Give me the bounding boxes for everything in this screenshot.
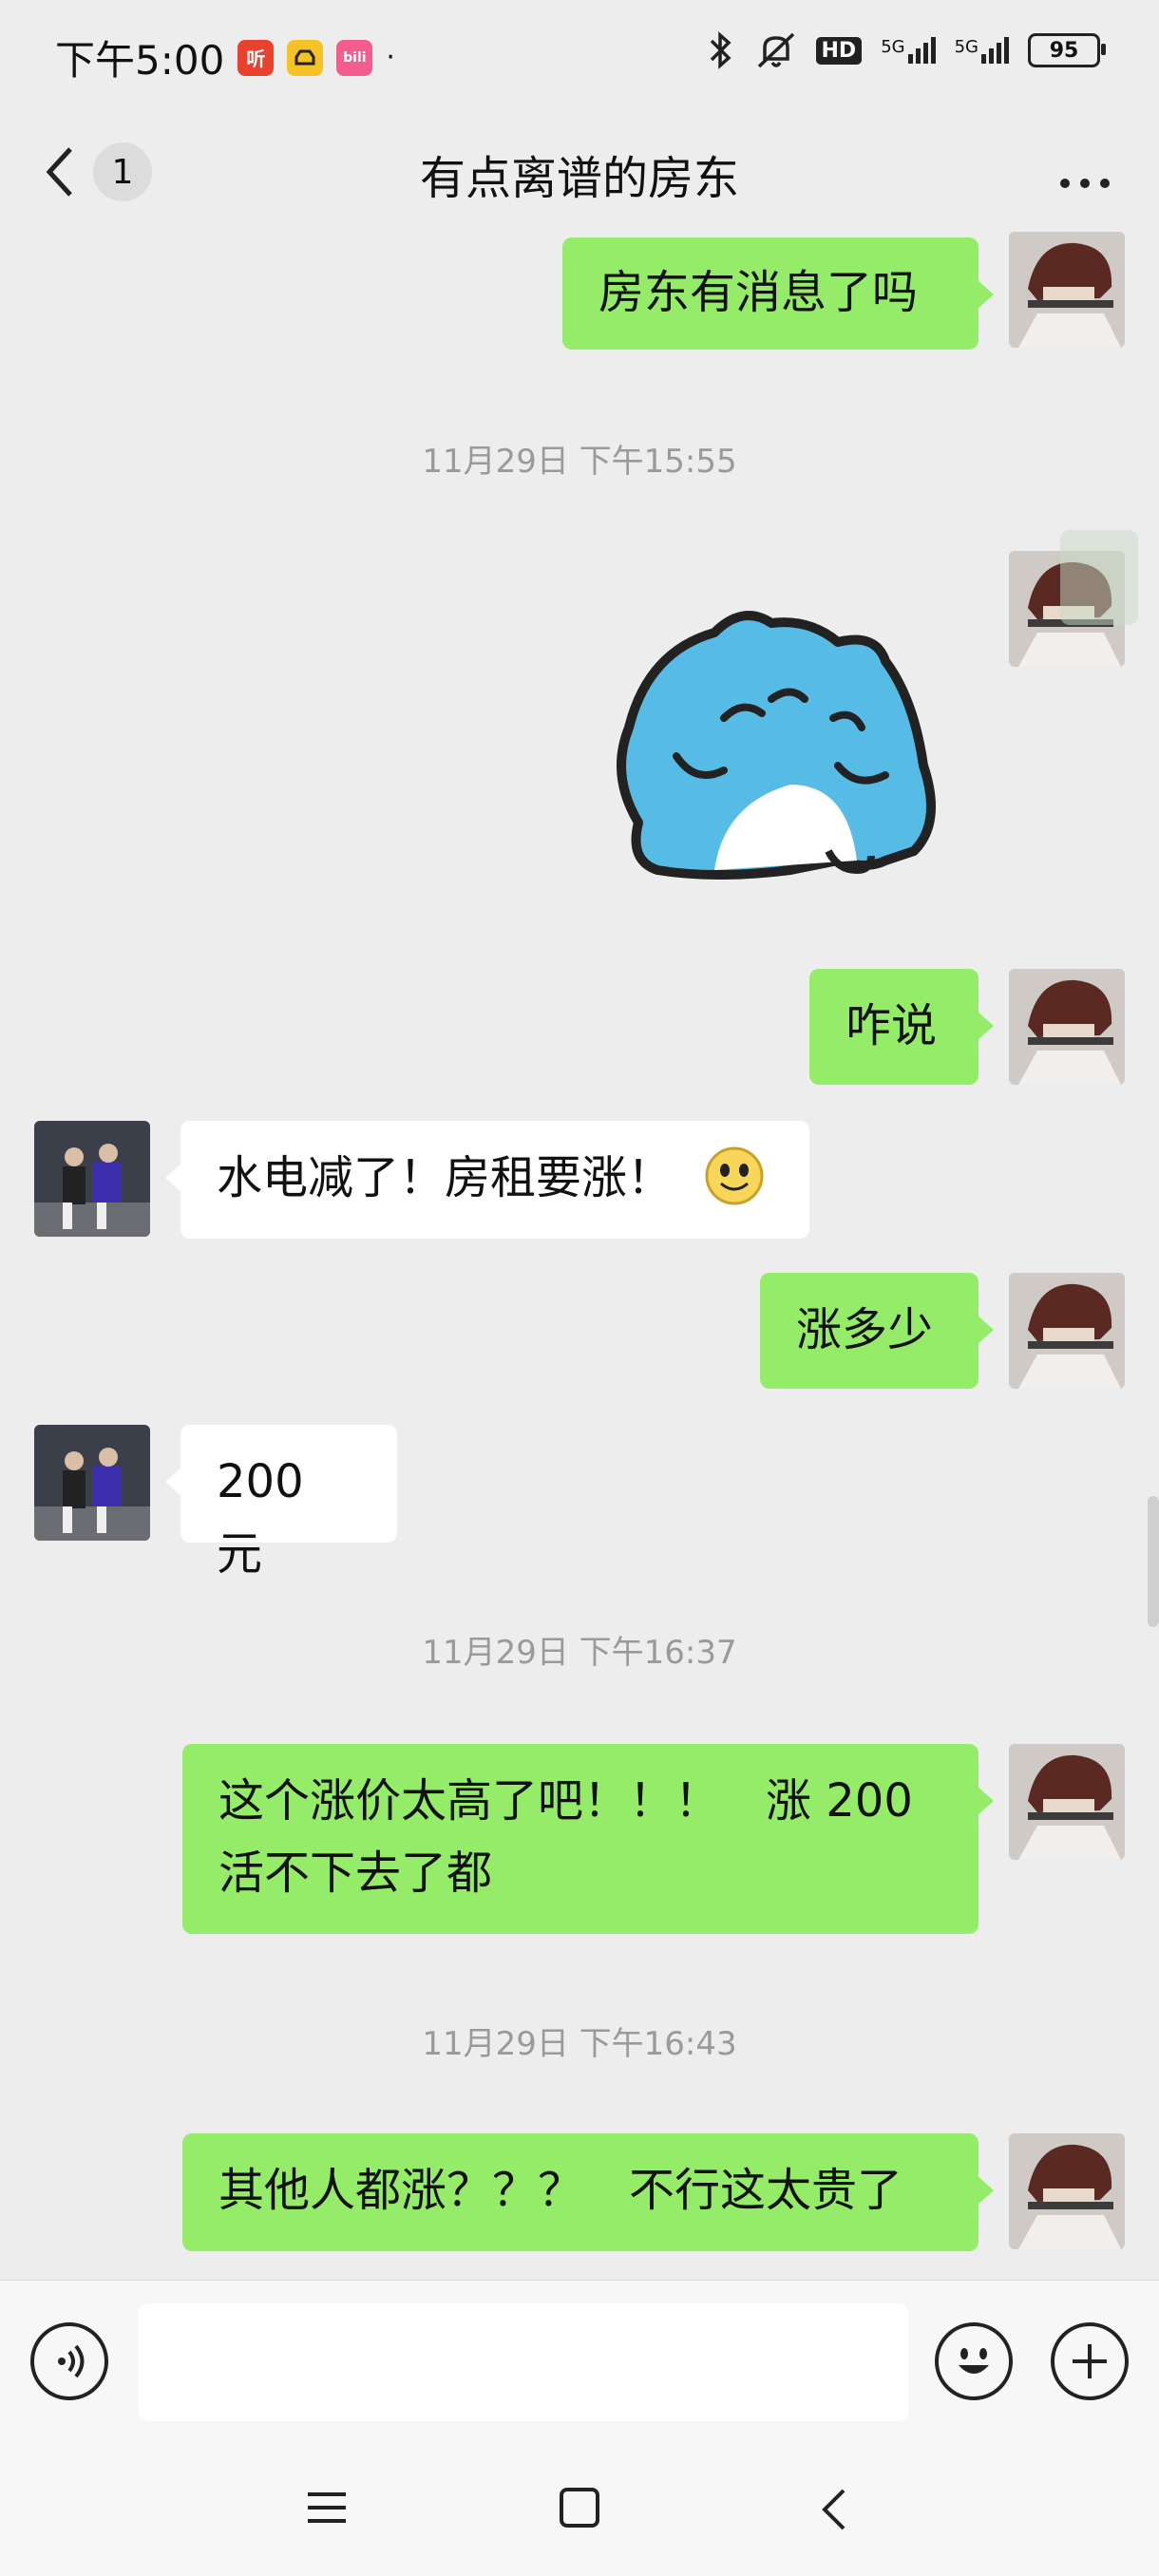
message-text-line: 这个涨价太高了吧！！！ 涨 200: [218, 1774, 913, 1828]
timestamp: 11月29日 下午15:55: [422, 443, 737, 481]
battery-icon: 95: [1028, 33, 1106, 67]
back-arrow-icon: [822, 2489, 846, 2530]
message-bubble[interactable]: 房东有消息了吗: [562, 237, 994, 350]
sticker-overlay-button[interactable]: [1060, 530, 1138, 625]
menu-icon: [308, 2492, 346, 2523]
message-bubble[interactable]: 水电减了！房租要涨！: [165, 1121, 809, 1239]
message-text: 房东有消息了吗: [598, 266, 919, 319]
message-bubble[interactable]: 200 元: [165, 1425, 397, 1581]
bluetooth-icon: [710, 31, 732, 69]
mute-bell-icon: [757, 32, 794, 68]
message-bubble[interactable]: 咋说: [809, 969, 994, 1085]
timestamp: 11月29日 下午16:37: [422, 1634, 737, 1672]
message-input[interactable]: [139, 2303, 908, 2421]
message-outgoing: 其他人都涨？？？ 不行这太贵了: [182, 2133, 1125, 2251]
car-app-icon: [287, 39, 324, 76]
blue-cat-sticker[interactable]: [600, 585, 971, 889]
message-text: 水电减了！房租要涨！: [217, 1151, 674, 1204]
system-navigation-bar: [0, 2443, 1159, 2576]
chat-header: 1 有点离谱的房东: [0, 104, 1159, 237]
more-functions-button[interactable]: [1051, 2322, 1129, 2400]
message-bubble[interactable]: 其他人都涨？？？ 不行这太贵了: [182, 2133, 994, 2251]
message-outgoing-sticker: [600, 551, 1125, 889]
signal-1-icon: 5G: [881, 37, 936, 64]
message-outgoing: 这个涨价太高了吧！！！ 涨 200 活不下去了都: [182, 1744, 1125, 1934]
message-text: 其他人都涨？？？ 不行这太贵了: [218, 2164, 903, 2217]
status-left: 下午5:00 听 bili ·: [55, 28, 395, 86]
more-dots-icon: [1060, 179, 1110, 188]
my-avatar[interactable]: [1009, 2133, 1125, 2249]
scrollbar-thumb[interactable]: [1148, 1496, 1159, 1627]
message-outgoing: 房东有消息了吗: [562, 232, 1125, 350]
message-text: 咋说: [846, 999, 938, 1052]
message-incoming: 水电减了！房租要涨！: [34, 1121, 809, 1239]
bilibili-app-icon: bili: [336, 39, 373, 76]
system-back-button[interactable]: [815, 2487, 853, 2536]
home-square-icon: [560, 2488, 599, 2528]
more-options-button[interactable]: [1058, 148, 1112, 201]
my-avatar[interactable]: [1009, 232, 1125, 348]
message-list[interactable]: 房东有消息了吗 11月29日 下午15:55 咋说 水电减了！房租要涨！ 涨多少…: [0, 232, 1159, 2280]
message-text-line: 活不下去了都: [218, 1847, 493, 1900]
message-bubble[interactable]: 涨多少: [760, 1273, 994, 1389]
message-text: 200 元: [217, 1455, 304, 1581]
input-bar: [0, 2280, 1159, 2444]
status-bar: 下午5:00 听 bili · HD 5G 5G 95: [0, 0, 1159, 104]
chat-title: 有点离谱的房东: [419, 152, 739, 205]
emoji-button[interactable]: [935, 2322, 1013, 2400]
message-incoming: 200 元: [34, 1425, 397, 1581]
signal-2-icon: 5G: [955, 37, 1009, 64]
plus-icon: [1073, 2344, 1107, 2378]
message-outgoing: 咋说: [809, 969, 1125, 1085]
my-avatar[interactable]: [1009, 969, 1125, 1085]
my-avatar[interactable]: [1009, 1273, 1125, 1389]
ting-app-icon: 听: [238, 39, 275, 76]
message-text: 涨多少: [796, 1303, 934, 1356]
home-button[interactable]: [559, 2487, 600, 2532]
voice-icon: [58, 2344, 85, 2378]
menu-button[interactable]: [306, 2487, 348, 2532]
dot-icon: ·: [386, 41, 395, 74]
message-outgoing: 涨多少: [760, 1273, 1125, 1389]
status-time: 下午5:00: [55, 37, 225, 84]
message-bubble[interactable]: 这个涨价太高了吧！！！ 涨 200 活不下去了都: [182, 1744, 994, 1934]
voice-button[interactable]: [30, 2322, 108, 2400]
smile-icon: [959, 2348, 989, 2374]
landlord-avatar[interactable]: [34, 1425, 150, 1541]
status-right: HD 5G 5G 95: [704, 30, 1106, 70]
timestamp: 11月29日 下午16:43: [422, 2025, 737, 2063]
hd-icon: HD: [815, 36, 863, 65]
smile-emoji: [705, 1146, 764, 1205]
landlord-avatar[interactable]: [34, 1121, 150, 1237]
my-avatar[interactable]: [1009, 1744, 1125, 1860]
